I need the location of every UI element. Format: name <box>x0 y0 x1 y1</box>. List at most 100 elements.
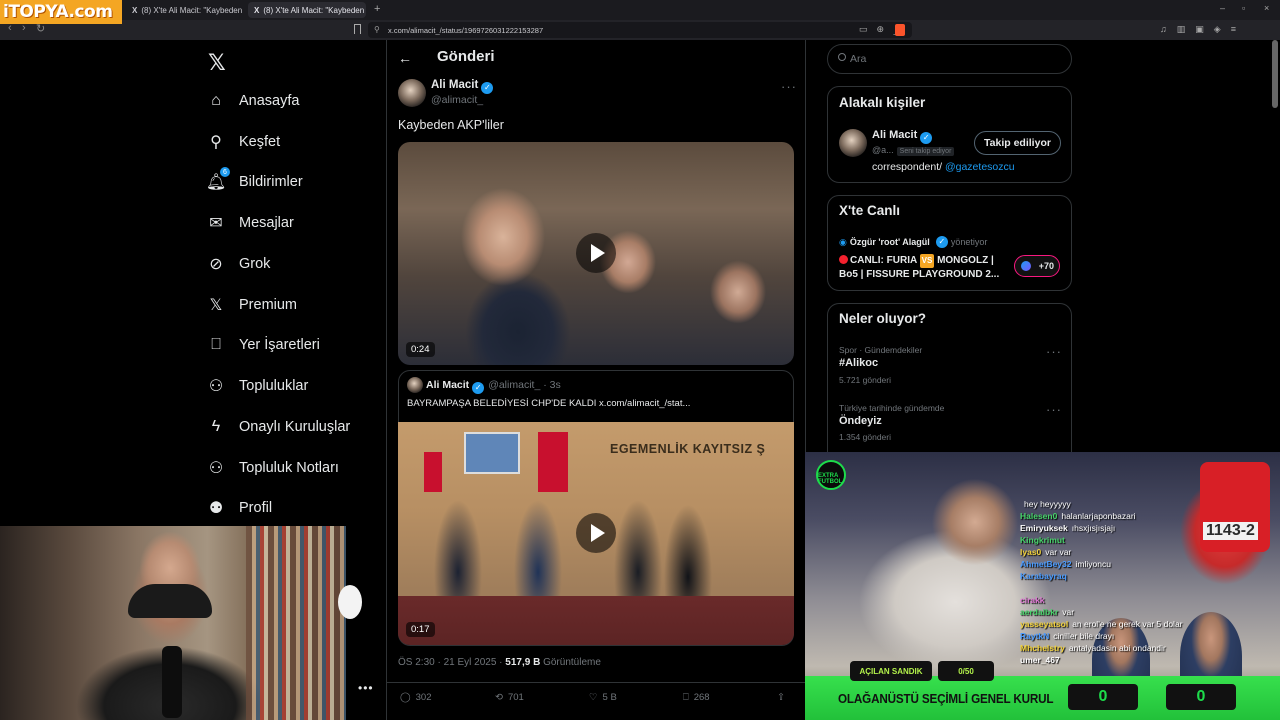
live-icon <box>839 255 848 264</box>
bookmark-page-icon[interactable] <box>354 24 361 34</box>
sidebar-item-label: Anasayfa <box>239 93 300 109</box>
chat-text: imliyoncu <box>1075 559 1111 569</box>
back-arrow-icon[interactable]: ← <box>398 50 412 66</box>
sidebar-item-premium[interactable]: 𝕏 Premium <box>205 286 297 324</box>
sidebar-item-topluluk-notları[interactable]: ⚇ Topluluk Notları <box>205 449 339 487</box>
chat-text: hey heyyyyy <box>1024 499 1071 509</box>
like-button[interactable]: ♡ 5 B <box>589 692 617 703</box>
menu-icon[interactable]: ≡ <box>1231 24 1236 35</box>
live-stream-title[interactable]: CANLI: FURIA VS MONGOLZ | Bo5 | FISSURE … <box>839 254 1009 282</box>
following-button[interactable]: Takip ediliyor <box>974 131 1061 155</box>
address-bar[interactable]: ⚲ x.com/alimacit_/status/1969726031222153… <box>368 22 912 38</box>
wallet-icon[interactable]: ▣ <box>1195 24 1204 35</box>
x-favicon-icon: X <box>132 5 138 15</box>
account-more-icon[interactable]: ••• <box>358 681 374 695</box>
brave-shields-icon[interactable] <box>895 24 905 36</box>
browser-tab-2[interactable]: X(8) X'te Ali Macit: "Kaybeden AK...× <box>248 2 366 18</box>
new-tab-icon[interactable]: + <box>374 3 380 15</box>
chat-text: var <box>1062 607 1075 617</box>
trend-more-icon[interactable]: ··· <box>1046 344 1062 359</box>
mail-icon: ✉ <box>209 215 223 232</box>
chat-user: Karabayraq <box>1020 571 1067 581</box>
live-host[interactable]: ◉ Özgür 'root' Alagül ✓ yönetiyor <box>839 236 987 248</box>
chat-user: Mhchelstry <box>1020 643 1065 653</box>
sidebar-item-profil[interactable]: ⚉ Profil <box>205 489 272 527</box>
opened-boxes-label: AÇILAN SANDIK <box>850 661 932 681</box>
turkish-flag <box>538 432 568 492</box>
quote-author: Ali Macit ✓ @alimacit_ · 3s <box>426 379 561 394</box>
x-logo-icon[interactable]: 𝕏 <box>208 50 226 76</box>
chat-message: RaytkN ciniller bile drayı <box>1020 630 1278 642</box>
compose-button[interactable] <box>338 585 362 619</box>
chat-text: var var <box>1045 547 1072 557</box>
repost-icon: ⟲ <box>495 692 503 703</box>
site-info-icon[interactable]: ⚲ <box>374 25 380 34</box>
chat-message: cirakk <box>1020 594 1278 606</box>
chat-user: aerdalbkr <box>1020 607 1059 617</box>
trend-more-icon[interactable]: ··· <box>1046 402 1062 417</box>
sidebar-item-label: Onaylı Kuruluşlar <box>239 419 351 435</box>
heart-icon: ♡ <box>589 692 598 703</box>
sidebar-icon[interactable]: ▥ <box>1177 24 1186 35</box>
sidebar-item-bildirimler[interactable]: 🔔︎ 6 Bildirimler <box>205 163 303 201</box>
verified-icon: ✓ <box>481 82 494 94</box>
grok-icon: ⊘ <box>209 256 223 273</box>
chat-message: AhmetBey32 imliyoncu <box>1020 558 1278 570</box>
sidebar-item-mesajlar[interactable]: ✉ Mesajlar <box>205 204 294 242</box>
score-right: 0 <box>1166 684 1236 710</box>
communities-icon: ⚇ <box>208 378 224 395</box>
maximize-icon[interactable]: ▫ <box>1242 3 1245 13</box>
notification-badge: 6 <box>220 167 230 177</box>
close-window-icon[interactable]: × <box>1264 3 1269 13</box>
trend-meta: Spor · Gündemdekiler <box>839 345 923 355</box>
vpn-icon[interactable]: ◈ <box>1214 24 1221 35</box>
music-icon[interactable]: ♫ <box>1160 24 1167 35</box>
trend-name[interactable]: Öndeyiz <box>839 415 882 427</box>
author-name[interactable]: Ali Macit ✓ <box>431 79 494 94</box>
sidebar-item-keşfet[interactable]: ⚲ Keşfet <box>205 123 280 161</box>
share-button[interactable]: ⇪ <box>777 692 785 703</box>
reader-icon[interactable]: ▭ <box>859 24 868 37</box>
sidebar-item-grok[interactable]: ⊘ Grok <box>205 245 270 283</box>
sidebar-item-onaylı-kuruluşlar[interactable]: ϟ Onaylı Kuruluşlar <box>205 408 350 446</box>
quote-video-player[interactable]: EGEMENLİK KAYITSIZ Ş 0:17 <box>398 422 794 645</box>
trend-meta: Türkiye tarihinde gündemde <box>839 403 945 413</box>
reply-icon: ◯ <box>400 692 411 703</box>
bio-link[interactable]: @gazetesozcu <box>945 161 1015 173</box>
sidebar-item-label: Profil <box>239 500 273 516</box>
sidebar-item-anasayfa[interactable]: ⌂ Anasayfa <box>205 82 299 120</box>
related-handle: @a... Seni takip ediyor <box>872 145 955 156</box>
chat-message: Kingkrimut <box>1020 534 1278 546</box>
minimize-icon[interactable]: – <box>1220 3 1225 13</box>
zoom-icon[interactable]: ⊕ <box>876 24 884 37</box>
related-avatar[interactable] <box>839 129 867 157</box>
chat-message: yasseyatsol an erol'e ne gerek var 5 dola… <box>1020 618 1278 630</box>
chat-user: Emiryuksek <box>1020 523 1068 533</box>
verified-icon: ✓ <box>935 236 948 248</box>
video-duration: 0:17 <box>406 622 435 637</box>
quote-avatar <box>407 377 423 393</box>
sidebar-item-topluluklar[interactable]: ⚇ Topluluklar <box>205 367 309 405</box>
bookmark-button[interactable]: ⎕ 268 <box>683 692 710 703</box>
trend-name[interactable]: #Alikoc <box>839 357 878 369</box>
live-title: X'te Canlı <box>839 203 900 218</box>
related-name[interactable]: Ali Macit ✓ <box>872 129 933 144</box>
play-icon[interactable] <box>576 233 616 273</box>
browser-tab-1[interactable]: X(8) X'te Ali Macit: "Kaybeden AKP'lile.… <box>126 2 244 18</box>
search-input[interactable]: Ara <box>827 44 1072 74</box>
sidebar-item-yer-i̇şaretleri[interactable]: ⎕ Yer İşaretleri <box>205 326 320 364</box>
reply-button[interactable]: ◯ 302 <box>400 692 432 703</box>
page-scrollbar[interactable] <box>1272 40 1278 108</box>
opened-boxes-count: 0/50 <box>938 661 994 681</box>
bell-icon: 🔔︎ 6 <box>205 167 230 193</box>
more-options-icon[interactable]: ··· <box>781 79 797 94</box>
repost-button[interactable]: ⟲ 701 <box>495 692 524 703</box>
sidebar-item-label: Mesajlar <box>239 215 294 231</box>
play-icon[interactable] <box>576 513 616 553</box>
video-player[interactable]: 0:24 <box>398 142 794 365</box>
author-handle[interactable]: @alimacit_ <box>431 94 483 106</box>
avatar[interactable] <box>398 79 426 107</box>
chat-message: hey heyyyyy <box>1020 498 1278 510</box>
listeners-badge[interactable]: +70 <box>1014 255 1060 277</box>
video-duration: 0:24 <box>406 342 435 357</box>
